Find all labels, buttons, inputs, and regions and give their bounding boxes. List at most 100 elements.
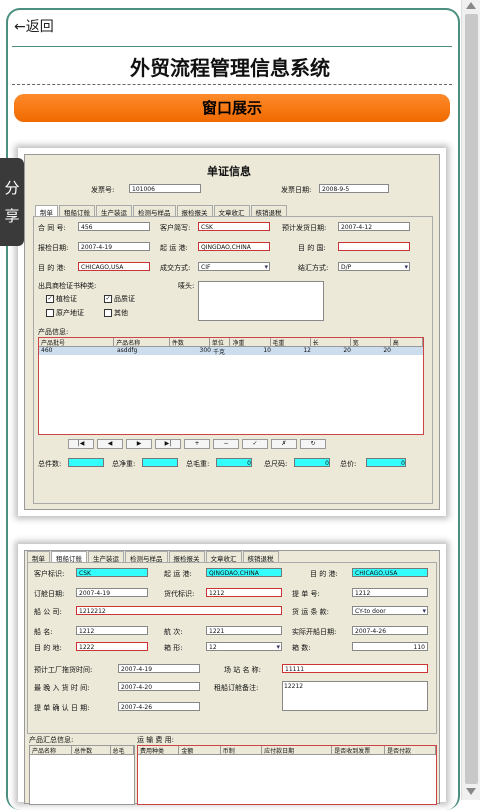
cert-option-label: 品质证 [114,295,135,303]
book-date-field[interactable]: 2007-4-19 [76,588,148,597]
customer-field[interactable]: CSK [76,568,148,577]
bill-confirm-field[interactable]: 2007-4-26 [118,702,200,711]
cert-checkbox[interactable]: 原产地证 [46,308,84,318]
content-frame: ←返回 外贸流程管理信息系统 窗口展示 单证信息 发票号: 101006 发票日… [6,8,460,810]
voyage-field[interactable]: 1221 [206,626,282,635]
scroll-up-icon[interactable] [466,2,476,9]
grid-header-cell: 产品名称 [30,746,73,754]
agent-field[interactable]: 1212 [206,588,282,597]
first-record-button[interactable]: |◀ [68,439,94,449]
scrollbar-thumb[interactable] [465,14,478,784]
port-to-label: 目 的 港: [38,264,66,272]
total-gross-field[interactable]: 0 [216,458,252,467]
yard-label: 场 站 名 称: [224,666,262,674]
bill-field[interactable]: 1212 [352,588,428,597]
yard-field[interactable]: 11111 [282,664,428,673]
dest-country-label: 目 的 国: [298,244,326,252]
summary-grid[interactable]: 产品名称 总件数 总毛 [29,745,135,805]
ship-date-field[interactable]: 2007-4-12 [338,222,410,231]
page-title: 外贸流程管理信息系统 [130,56,330,80]
cancel-record-button[interactable]: ✗ [271,439,297,449]
screenshot-document-info[interactable]: 单证信息 发票号: 101006 发票日期: 2008-9-5 制单 租船订舱 … [18,148,446,516]
sail-date-field[interactable]: 2007-4-26 [352,626,428,635]
next-record-button[interactable]: ▶ [126,439,152,449]
port-from-field[interactable]: QINGDAO,CHINA [206,568,282,577]
invoice-no-field[interactable]: 101006 [129,184,201,193]
back-link[interactable]: ←返回 [14,16,54,36]
tab-panel: 合 同 号: 456 客户简写: CSK 预计发货日期: 2007-4-12 报… [33,216,433,504]
port-from-field[interactable]: QINGDAO,CHINA [198,242,270,251]
scroll-down-icon[interactable] [466,788,476,795]
factory-date-field[interactable]: 2007-4-19 [118,664,200,673]
remark-textarea[interactable]: 12212 [282,681,428,711]
form-title: 单证信息 [207,165,251,178]
latest-in-field[interactable]: 2007-4-20 [118,682,200,691]
grid-header-cell: 金额 [179,746,221,754]
grid-cell: 300 [199,347,211,354]
cert-checkbox[interactable]: ✓ 植检证 [46,294,77,304]
table-row[interactable]: 460 asddfg 300 千克 10 12 20 20 [39,347,423,355]
total-net-label: 总净重: [112,460,136,468]
freight-label: 货 运 条 款: [292,608,330,616]
port-to-field[interactable]: CHICAGO,USA [352,568,428,577]
invoice-date-field[interactable]: 2008-9-5 [319,184,389,193]
grid-header: 产品批号 产品名称 件数 单位 净重 毛重 长 宽 高 [39,338,423,347]
grid-header-cell: 单位 [210,338,231,346]
tab-panel: 客户标识: CSK 起 运 港: QINGDAO,CHINA 目 的 港: CH… [27,562,437,734]
pay-select[interactable]: D/P [338,262,410,272]
grid-cell: 20 [383,347,391,354]
dest-label: 目 的 地: [34,644,62,652]
checkbox-mark: ✓ [104,295,112,303]
ship-co-label: 船 公 司: [34,608,62,616]
add-record-button[interactable]: + [184,439,210,449]
book-date-label: 订舱日期: [34,590,65,598]
customer-field[interactable]: CSK [198,222,270,231]
box-count-field[interactable]: 110 [352,642,428,651]
screenshot-charter-booking[interactable]: 制单 租船订舱 生产装运 检测与样品 报检报关 文章收汇 核销退税 客户标识: … [18,544,446,805]
scrollbar[interactable] [461,0,480,800]
port-from-label: 起 运 港: [164,570,192,578]
grid-header-cell: 件数 [170,338,210,346]
mark-textarea[interactable] [198,281,324,321]
ship-name-field[interactable]: 1212 [76,626,148,635]
inspect-date-field[interactable]: 2007-4-19 [78,242,150,251]
cert-option-label: 其他 [114,309,128,317]
inspect-date-label: 报检日期: [38,244,69,252]
port-to-field[interactable]: CHICAGO,USA [78,262,150,271]
total-gross-label: 总毛重: [186,460,210,468]
grid-header: 费用种类 金额 币制 应付款日期 是否收到发票 是否付款 [138,746,436,755]
dest-field[interactable]: 1222 [76,642,148,651]
grid-header-cell: 总毛 [111,746,134,754]
cert-checkbox[interactable]: 其他 [104,308,128,318]
customer-label: 客户简写: [160,224,191,232]
contract-field[interactable]: 456 [78,222,150,231]
last-record-button[interactable]: ▶| [155,439,181,449]
save-record-button[interactable]: ✓ [242,439,268,449]
total-price-label: 总价: [340,460,357,468]
prev-record-button[interactable]: ◀ [97,439,123,449]
grid-header-cell: 币制 [221,746,263,754]
deal-select[interactable]: CIF [198,262,270,272]
total-net-field[interactable] [142,458,178,467]
share-label: 分 [4,179,20,197]
grid-header: 产品名称 总件数 总毛 [30,746,134,755]
total-price-field[interactable]: 0 [366,458,406,467]
refresh-record-button[interactable]: ↻ [300,439,326,449]
box-type-select[interactable]: 12 [206,642,282,652]
checkbox-mark [104,309,112,317]
cert-checkbox[interactable]: ✓ 品质证 [104,294,135,304]
share-tab[interactable]: 分 享 [0,158,24,246]
dest-country-field[interactable] [338,242,410,251]
total-size-field[interactable]: 0 [294,458,330,467]
fee-grid[interactable]: 费用种类 金额 币制 应付款日期 是否收到发票 是否付款 [137,745,437,805]
delete-record-button[interactable]: − [213,439,239,449]
ship-co-field[interactable]: 1212212 [76,606,282,615]
product-grid[interactable]: 产品批号 产品名称 件数 单位 净重 毛重 长 宽 高 460 asddfg 3… [38,337,424,435]
pay-label: 结汇方式: [298,264,329,272]
divider [12,84,452,85]
invoice-date-label: 发票日期: [281,186,312,194]
window: 制单 租船订舱 生产装运 检测与样品 报检报关 文章收汇 核销退税 客户标识: … [24,550,440,805]
total-count-field[interactable] [68,458,104,467]
freight-select[interactable]: CY-to door [352,606,428,616]
grid-cell: 12 [303,347,311,354]
